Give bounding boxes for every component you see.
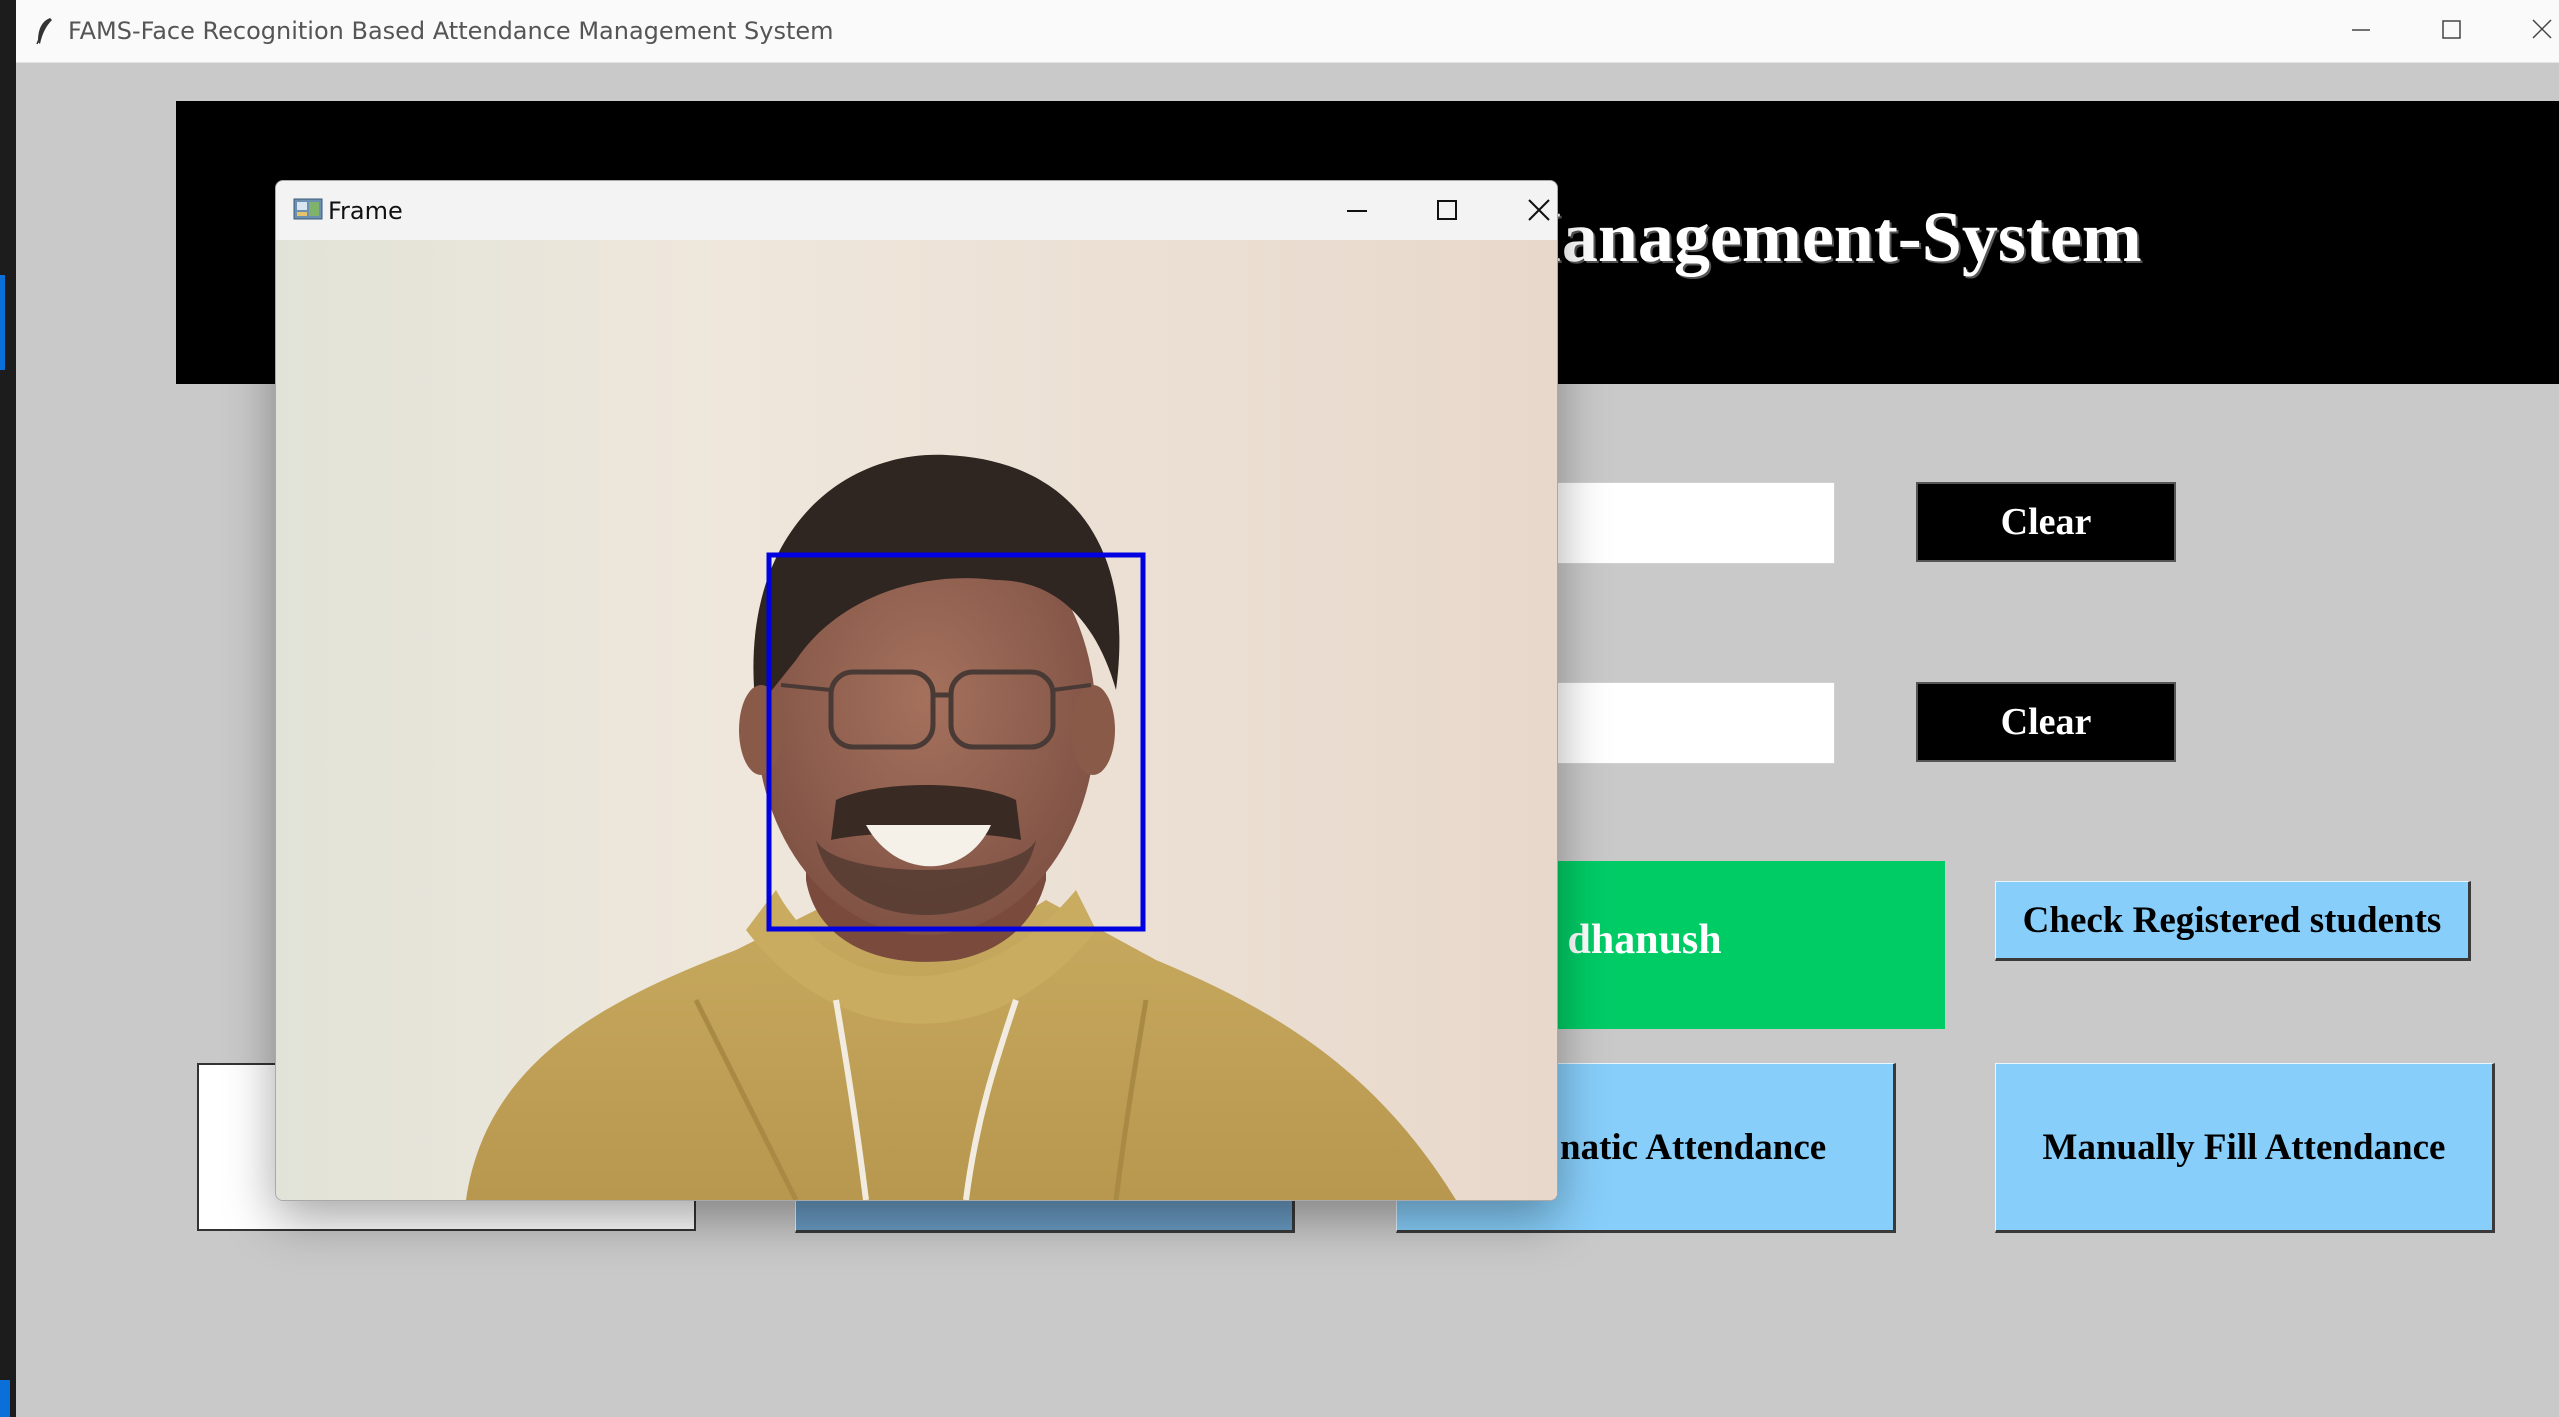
enrollment-input[interactable] [1546,482,1835,564]
automatic-attendance-label: natic Attendance [1560,1126,1827,1168]
minimize-icon[interactable] [2330,8,2390,52]
frame-close-icon[interactable] [1509,189,1557,233]
notification-bar: x dhanush [1556,861,1945,1029]
maximize-icon[interactable] [2421,8,2481,52]
frame-titlebar[interactable]: Frame [276,181,1557,240]
feather-icon [34,16,54,46]
check-registered-students-button[interactable]: Check Registered students [1995,881,2471,961]
frame-window: Frame [275,180,1558,1201]
notification-text: x dhanush [1556,917,1722,963]
main-window-title: FAMS-Face Recognition Based Attendance M… [68,17,834,45]
taskbar-indicator [0,275,5,370]
clear-button-1[interactable]: Clear [1916,482,2176,562]
main-titlebar[interactable]: FAMS-Face Recognition Based Attendance M… [16,0,2559,63]
close-icon[interactable] [2512,8,2559,52]
frame-minimize-icon[interactable] [1326,189,1386,233]
name-input[interactable] [1546,682,1835,764]
frame-maximize-icon[interactable] [1417,189,1477,233]
frame-window-title: Frame [328,197,403,225]
manually-fill-attendance-button[interactable]: Manually Fill Attendance [1995,1063,2495,1233]
camera-feed [276,240,1557,1200]
desktop-edge [0,0,16,1417]
clear-button-2[interactable]: Clear [1916,682,2176,762]
frame-app-icon [293,197,323,221]
taskbar-indicator-bottom [0,1380,10,1417]
